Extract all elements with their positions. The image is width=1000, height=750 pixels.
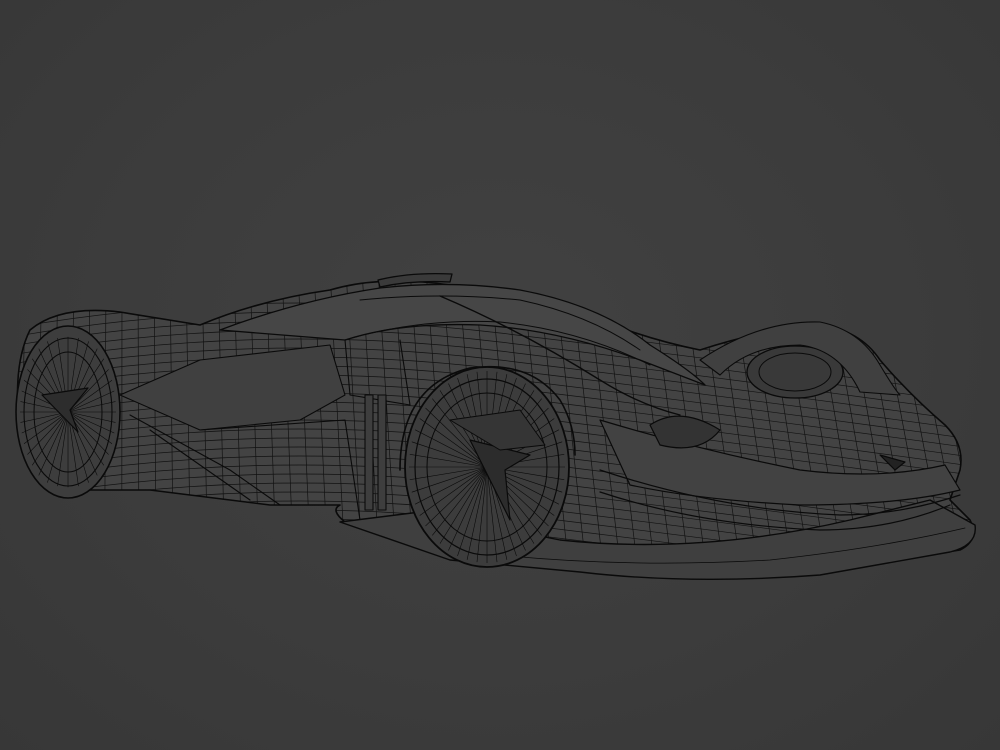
3d-viewport[interactable] bbox=[0, 0, 1000, 750]
car-wireframe-model bbox=[15, 272, 976, 581]
